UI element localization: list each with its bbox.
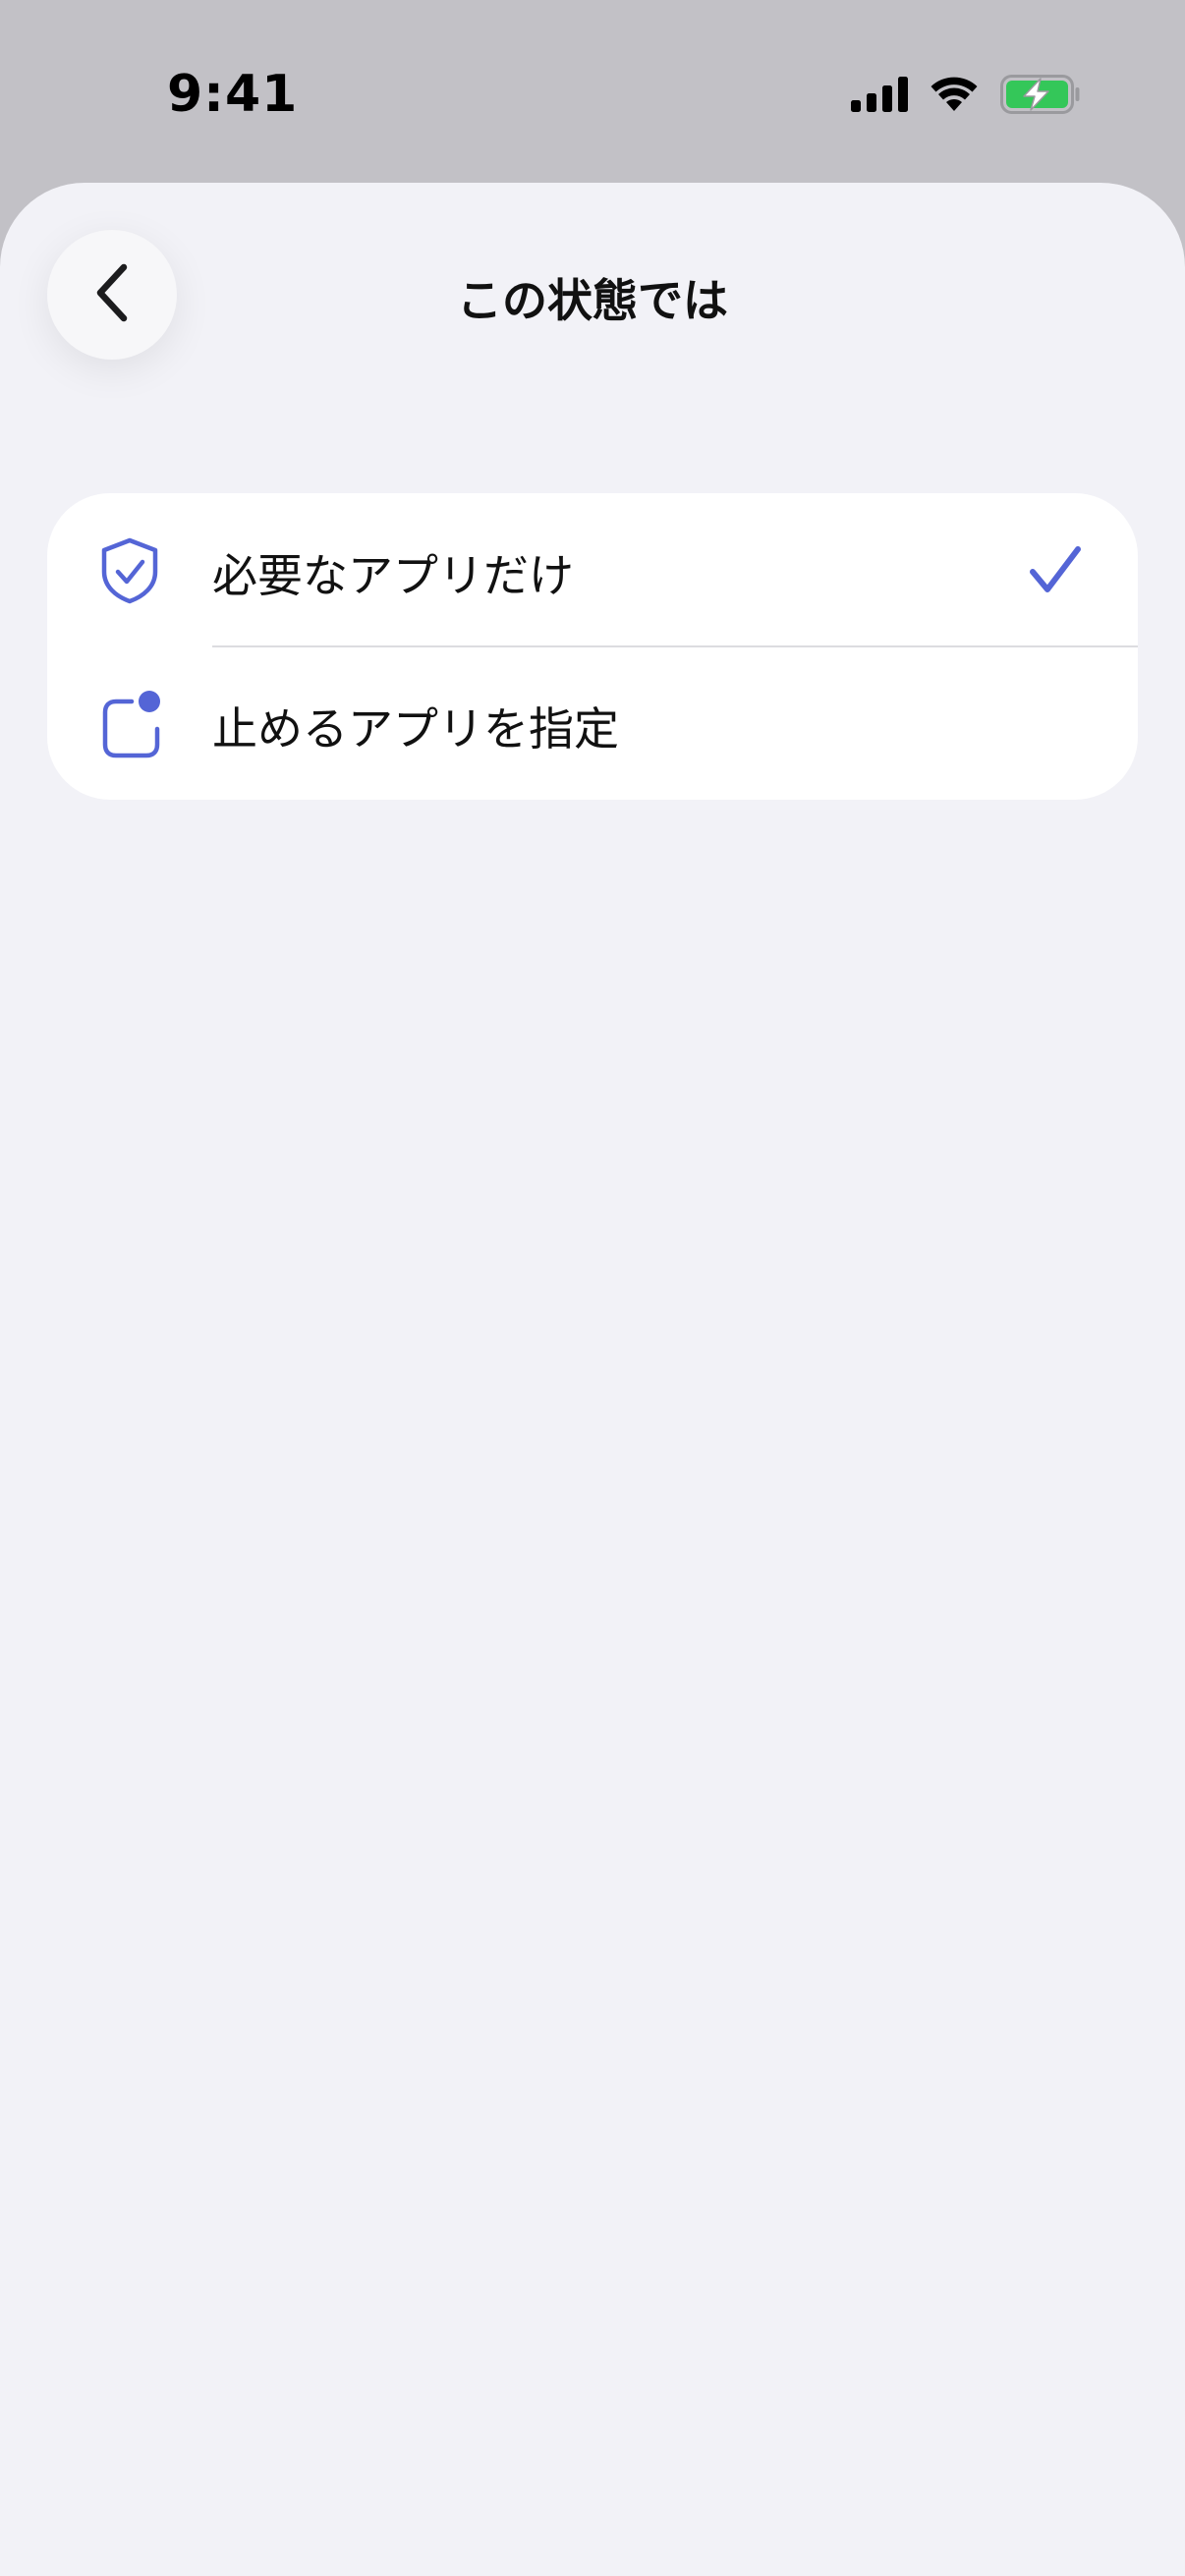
app-badge-icon <box>98 690 161 758</box>
shield-check-icon <box>98 536 161 605</box>
screen: 9:41 この状態では 必要なアプリだけ 止めるアプリを指定 <box>0 0 1185 2576</box>
status-bar: 9:41 <box>0 0 1185 183</box>
option-necessary-apps-only[interactable]: 必要なアプリだけ <box>47 493 1138 647</box>
status-icons <box>851 73 1081 120</box>
back-button[interactable] <box>47 230 177 360</box>
option-specify-apps-to-stop[interactable]: 止めるアプリを指定 <box>47 646 1138 800</box>
status-time: 9:41 <box>167 65 299 124</box>
battery-charging-icon <box>1000 75 1081 118</box>
sheet: この状態では 必要なアプリだけ 止めるアプリを指定 <box>0 183 1185 2576</box>
checkmark-icon <box>1028 544 1083 595</box>
option-label: 必要なアプリだけ <box>212 549 574 602</box>
options-list: 必要なアプリだけ 止めるアプリを指定 <box>47 493 1138 800</box>
option-label: 止めるアプリを指定 <box>212 702 619 756</box>
nav-bar: この状態では <box>0 183 1185 409</box>
page-title: この状態では <box>457 274 728 327</box>
cellular-signal-icon <box>851 77 908 116</box>
chevron-left-icon <box>90 261 134 328</box>
wifi-icon <box>930 76 979 117</box>
